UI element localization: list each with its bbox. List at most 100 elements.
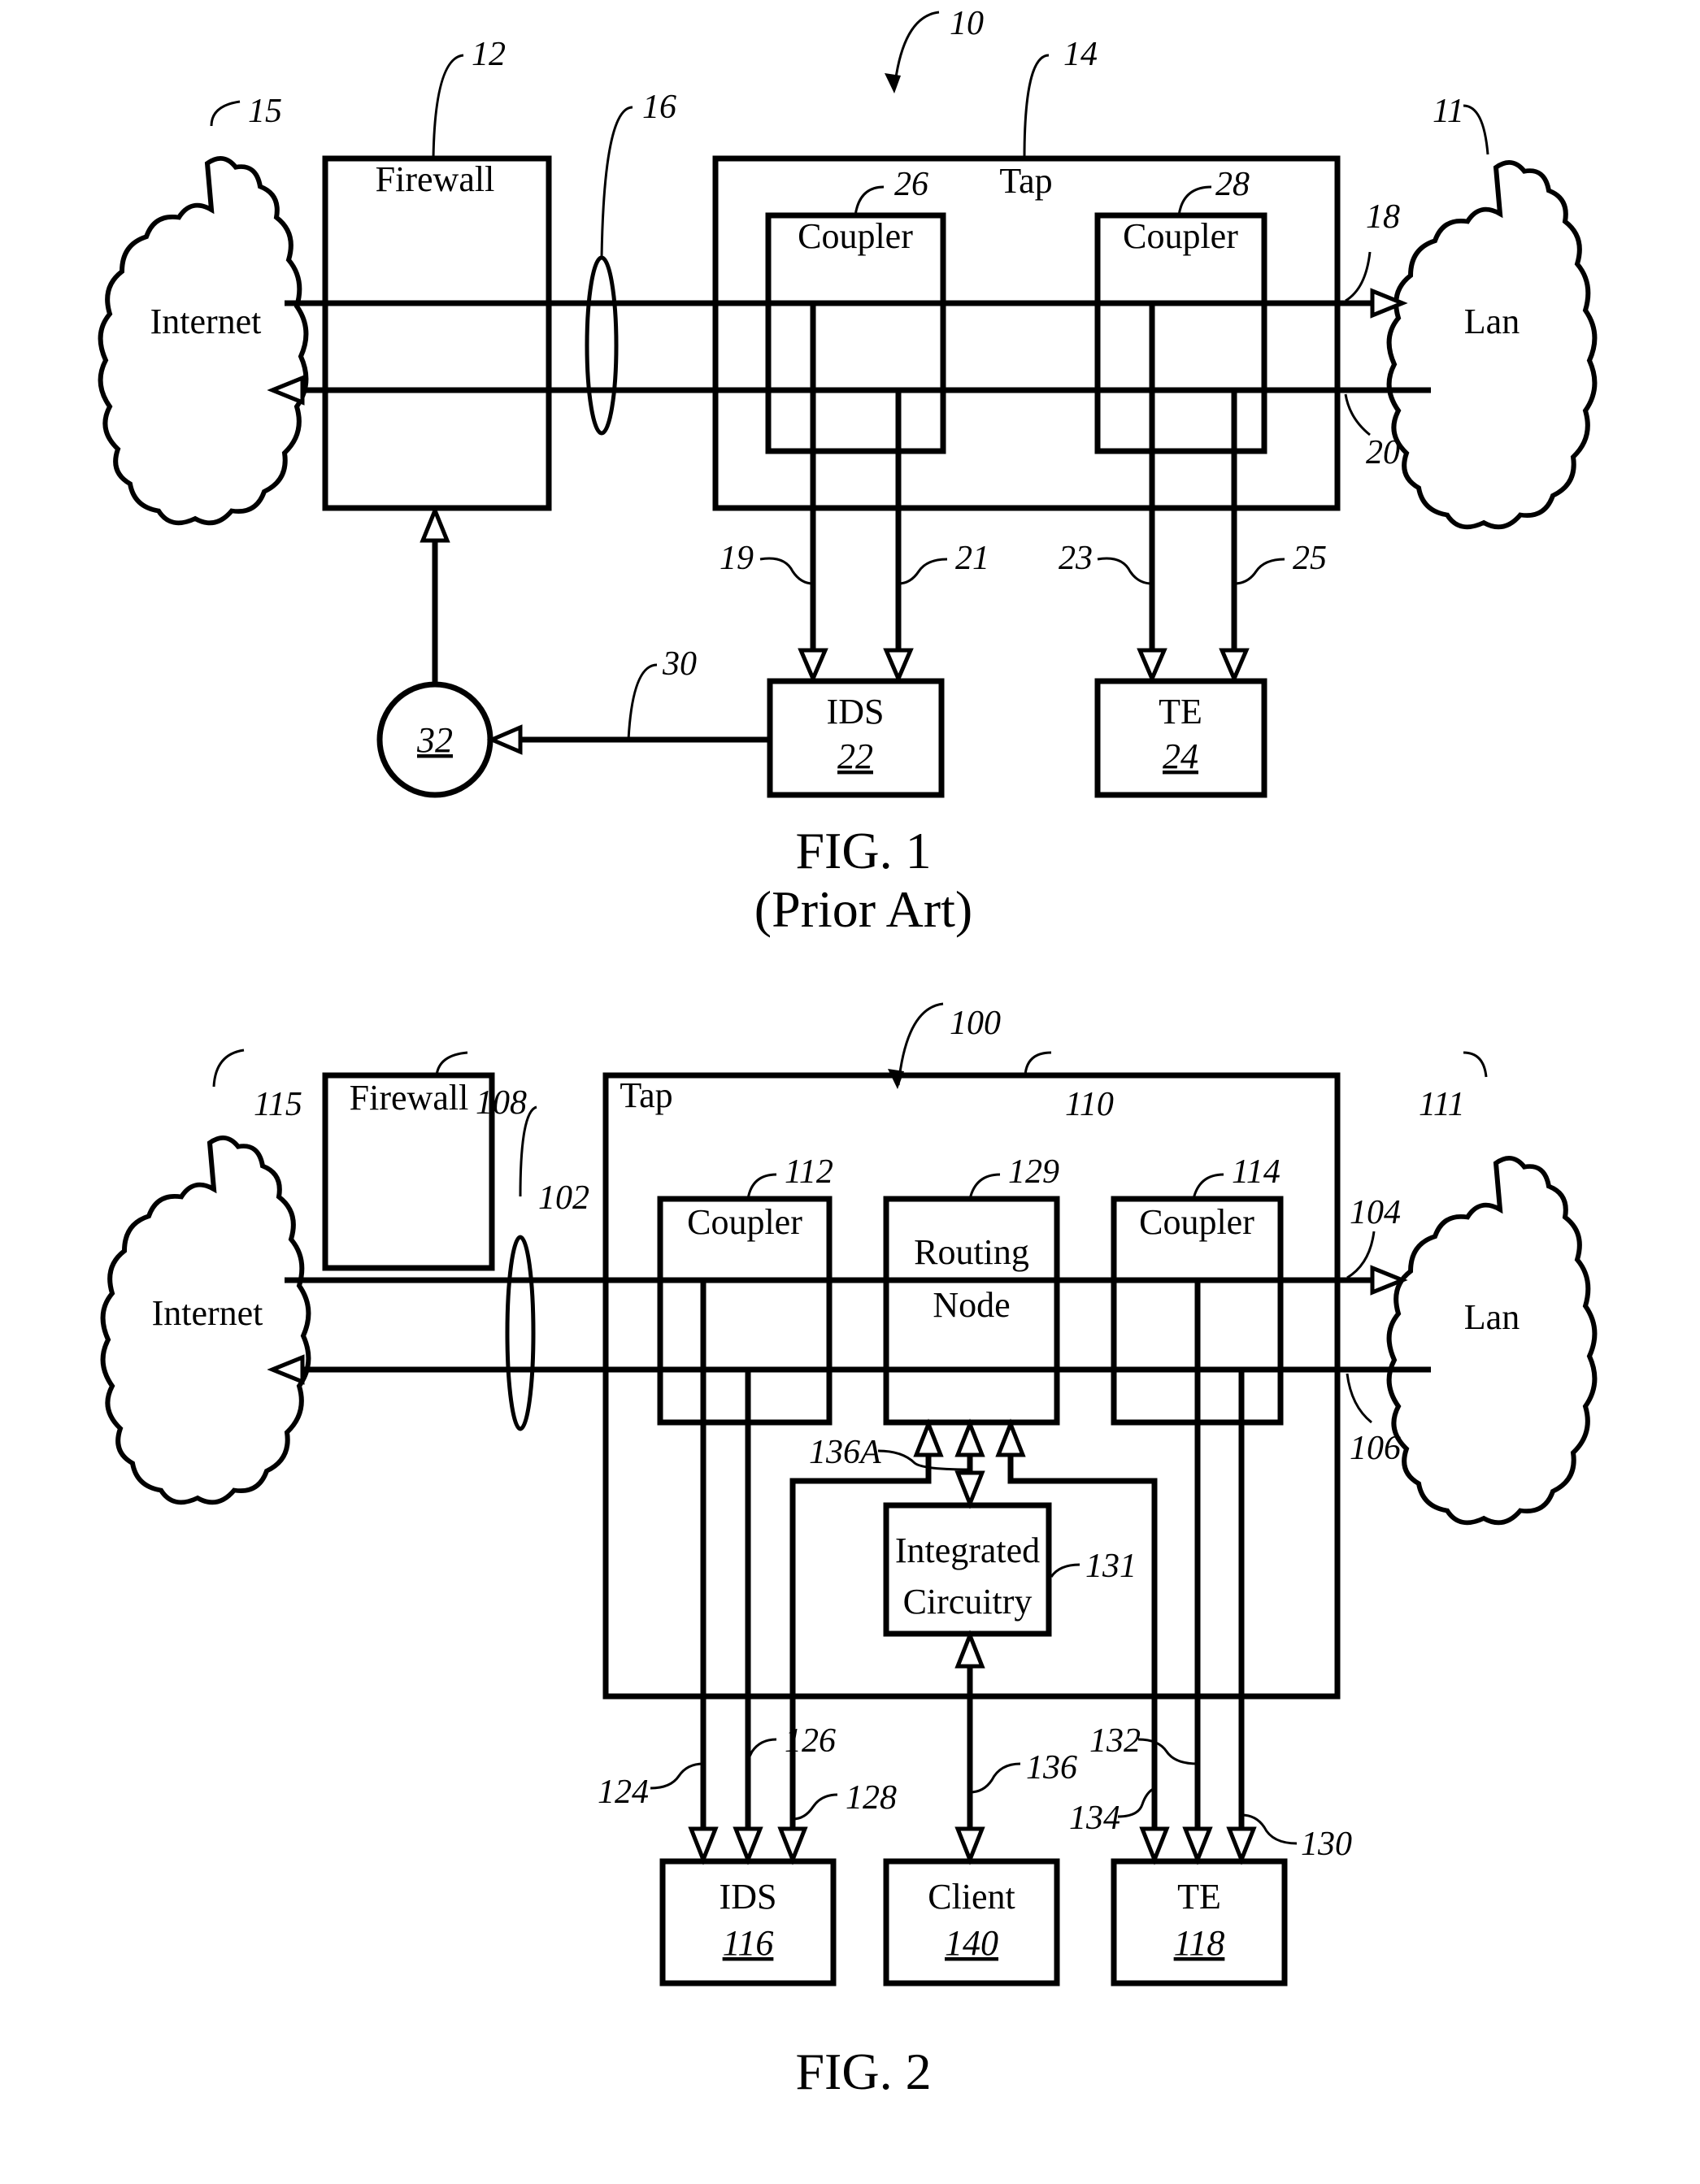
lead-18 [1345,251,1372,302]
lead-12 [432,54,464,159]
ref-internet-15: 15 [248,93,282,130]
feed-130-arrow [1226,1826,1257,1865]
lead-108 [435,1051,468,1076]
lead-26 [854,185,885,216]
ref-line-18: 18 [1366,198,1400,236]
ref-bundle-16: 16 [642,89,676,126]
ref-arrow-100-head [888,1069,904,1089]
ref-ids-116: 116 [723,1923,774,1963]
lead-112 [746,1173,777,1200]
ref-arrow-10-head [885,73,901,93]
link-bundle-ellipse [585,255,619,436]
bus-136A-up-arrow [954,1418,985,1457]
alert-arrow [486,724,523,755]
lead-124 [650,1762,704,1790]
ref-coupler-112: 112 [785,1153,833,1191]
te-label: TE [1159,692,1202,732]
ref-internet-115: 115 [254,1086,302,1123]
ref-feed-132: 132 [1089,1722,1141,1760]
ref-line-104: 104 [1350,1194,1401,1231]
lead-104 [1346,1231,1376,1279]
lead-23 [1097,557,1153,585]
ref-coupler-28: 28 [1215,166,1250,203]
lead-11 [1463,104,1489,155]
lead-126 [746,1738,777,1761]
ref-feed-25: 25 [1293,540,1327,577]
ref-line-106: 106 [1350,1430,1401,1467]
lan-cloud [1389,163,1595,527]
ref-integrated-circuitry-131: 131 [1085,1548,1137,1585]
ref-feed-21: 21 [955,540,989,577]
ref-feed-130: 130 [1301,1826,1352,1863]
ref-controller-32: 32 [416,720,453,760]
ref-coupler-114: 114 [1232,1153,1280,1191]
lan-label: Lan [1464,1297,1520,1337]
feed-25-arrow [1219,648,1250,684]
ref-tap-110: 110 [1065,1086,1114,1123]
figure-2-caption: FIG. 2 [795,2043,931,2100]
feed-19-arrow [798,648,828,684]
feed-128-arrow [777,1826,808,1865]
coupler-left-label: Coupler [687,1202,802,1242]
lead-30 [627,663,658,740]
internet-label: Internet [152,1293,263,1333]
feed-132-arrow [1182,1826,1213,1865]
lead-20 [1344,393,1371,436]
feed-136-down-arrow [954,1826,985,1865]
ref-system-100: 100 [950,1005,1001,1042]
lan-cloud [1389,1158,1595,1522]
lead-16 [600,106,633,258]
lead-114 [1192,1173,1224,1200]
feed-136-up-arrow [954,1630,985,1669]
lead-110 [1024,1051,1052,1076]
rn-in-arrow-right [995,1418,1026,1457]
lead-25 [1233,558,1285,585]
ref-feed-136: 136 [1026,1749,1077,1787]
routing-node-label-1: Routing [914,1232,1029,1272]
ref-coupler-26: 26 [894,166,928,203]
figure-2: 100 Internet 115 Firewall 108 102 Tap 11… [103,1002,1595,2100]
feed-126-arrow [733,1826,763,1865]
ref-lan-111: 111 [1419,1086,1465,1123]
tap-label: Tap [999,161,1052,201]
ref-routing-node-129: 129 [1008,1153,1059,1191]
integrated-circuitry-label-2: Circuitry [903,1582,1033,1622]
lead-28 [1177,185,1212,216]
lead-129 [968,1173,1001,1200]
lead-14 [1023,54,1050,159]
feed-128 [789,1431,932,1829]
lead-131 [1050,1563,1080,1578]
feed-134-arrow [1139,1826,1170,1865]
lead-134 [1117,1787,1155,1818]
coupler-right-label: Coupler [1123,216,1238,256]
control-arrow [420,505,450,543]
ref-lan-11: 11 [1433,93,1464,130]
ref-feed-128: 128 [846,1779,897,1817]
feed-23-arrow [1137,648,1167,684]
ref-feed-126: 126 [785,1722,836,1760]
lead-128 [792,1793,838,1821]
ref-firewall-12: 12 [472,36,506,73]
ref-feed-23: 23 [1059,540,1093,577]
ref-arrow-10 [893,11,940,90]
ref-client-140: 140 [945,1923,998,1963]
te-label: TE [1177,1877,1221,1917]
feed-124-arrow [688,1826,719,1865]
ref-system-10: 10 [950,5,984,42]
firewall-label: Firewall [350,1078,469,1118]
ref-alert-30: 30 [662,645,697,683]
figure-1-caption: FIG. 1 [795,822,931,879]
routing-node-label-2: Node [933,1285,1010,1325]
internet-label: Internet [150,302,262,341]
lead-136 [969,1762,1021,1794]
integrated-circuitry-label-1: Integrated [895,1531,1040,1570]
lead-19 [759,557,814,585]
tap-box [712,155,1341,511]
lan-label: Lan [1464,302,1520,341]
ref-te-24: 24 [1163,736,1198,776]
ref-feed-134: 134 [1069,1800,1120,1837]
lead-111 [1463,1051,1488,1078]
figure-1: 10 Internet 15 Firewall 12 16 Tap 14 Cou… [101,5,1595,938]
link-bundle-ellipse [505,1235,536,1431]
figure-1-subcaption: (Prior Art) [754,880,972,938]
